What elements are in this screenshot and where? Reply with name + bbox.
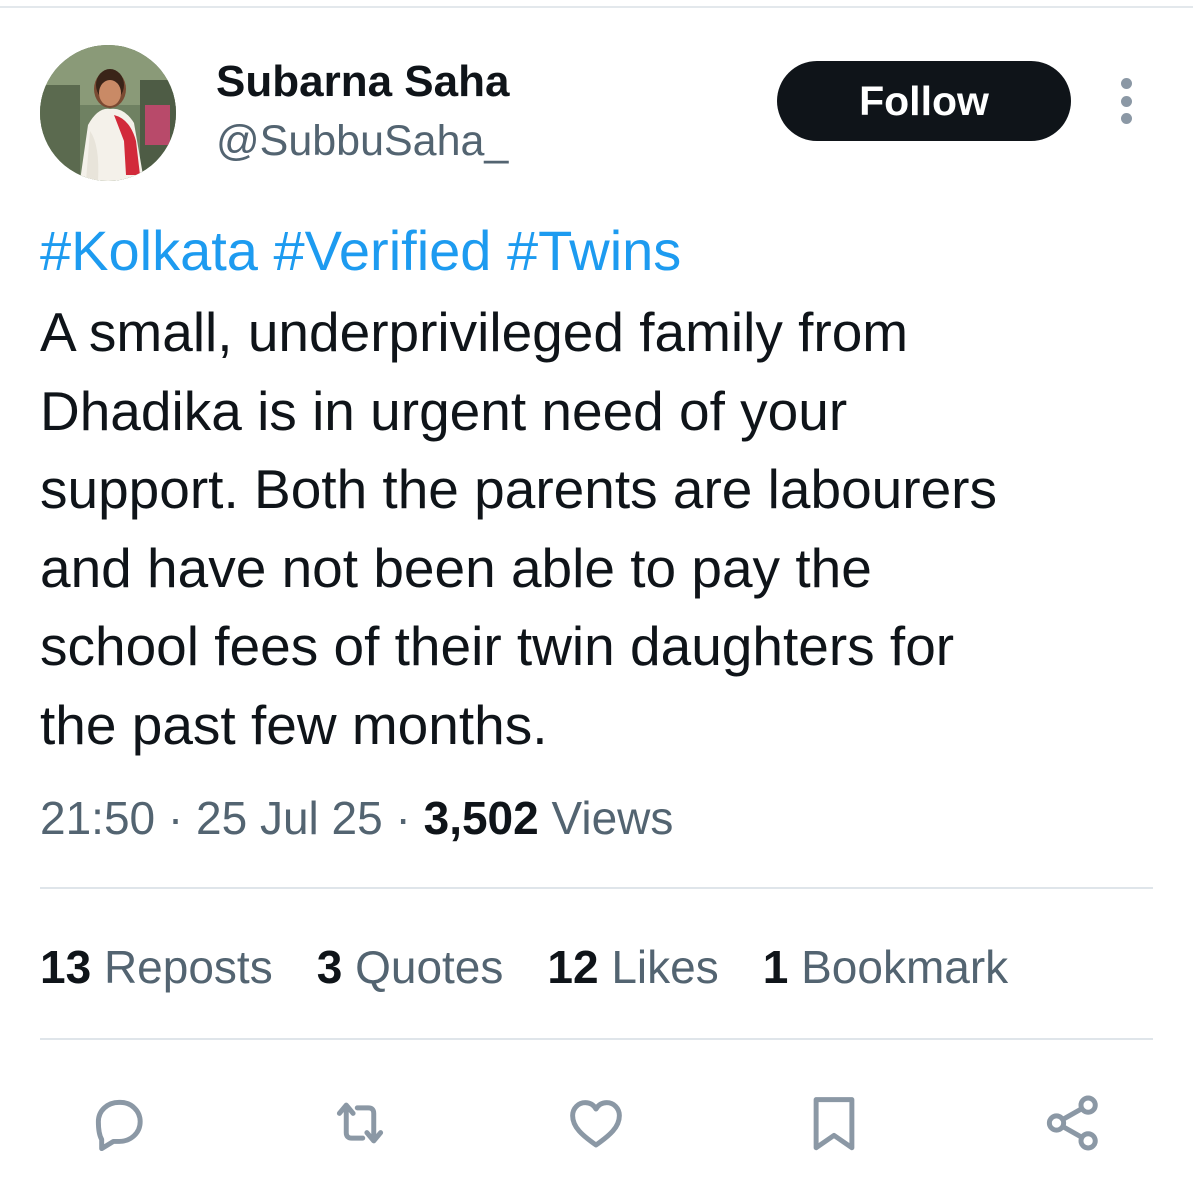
like-button[interactable] [563, 1090, 629, 1156]
repost-button[interactable] [327, 1090, 393, 1156]
more-dot [1120, 113, 1132, 124]
stat-count: 12 [547, 941, 599, 993]
avatar-photo [40, 45, 176, 181]
like-icon [570, 1100, 622, 1148]
share-icon [1046, 1095, 1098, 1151]
hashtag-line: #Kolkata #Verified #Twins [40, 218, 681, 284]
reply-icon [95, 1099, 143, 1152]
stat-likes[interactable]: 12 Likes [547, 939, 718, 995]
engagement-stats: 13 Reposts 3 Quotes 12 Likes 1 Bookmark [40, 939, 1052, 995]
tweet-body-line: the past few months. [40, 693, 548, 756]
views-count: 3,502 [423, 792, 539, 844]
tweet-date[interactable]: 25 Jul 25 [196, 792, 383, 844]
more-dot [1120, 78, 1132, 89]
bookmark-button[interactable] [801, 1090, 867, 1156]
repost-icon [336, 1102, 384, 1144]
tweet-body-line: Dhadika is in urgent need of your [40, 379, 848, 442]
stat-quotes[interactable]: 3 Quotes [317, 939, 504, 995]
more-options-icon[interactable] [1108, 78, 1144, 124]
stat-count: 1 [762, 941, 789, 993]
reply-button[interactable] [86, 1090, 152, 1156]
tweet-body: A small, underprivileged family from Dha… [40, 293, 1170, 764]
follow-button[interactable]: Follow [777, 61, 1071, 141]
stat-label: Bookmark [801, 941, 1009, 993]
meta-separator: · [167, 792, 184, 844]
author-display-name[interactable]: Subarna Saha [216, 56, 509, 108]
divider [40, 1038, 1153, 1040]
views-label: Views [551, 792, 674, 844]
stat-label: Reposts [103, 941, 273, 993]
top-divider [0, 6, 1193, 8]
tweet-time[interactable]: 21:50 [40, 792, 155, 844]
hashtag-kolkata[interactable]: #Kolkata [40, 219, 258, 282]
tweet-body-line: school fees of their twin daughters for [40, 615, 955, 677]
more-dot [1120, 95, 1132, 107]
stat-label: Quotes [355, 941, 504, 993]
hashtag-verified[interactable]: #Verified [274, 219, 492, 282]
author-handle[interactable]: @SubbuSaha_ [216, 116, 508, 166]
tweet-meta: 21:50 · 25 Jul 25 · 3,502 Views [40, 790, 673, 846]
meta-separator: · [395, 792, 411, 844]
tweet-body-line: support. Both the parents are labourers [40, 458, 997, 520]
tweet-body-line: A small, underprivileged family from [40, 301, 909, 363]
share-button[interactable] [1040, 1090, 1106, 1156]
divider [40, 887, 1153, 889]
stat-reposts[interactable]: 13 Reposts [40, 939, 273, 995]
hashtag-twins[interactable]: #Twins [507, 219, 681, 282]
stat-count: 13 [40, 941, 92, 993]
avatar[interactable] [40, 45, 176, 181]
stat-count: 3 [316, 941, 343, 993]
stat-bookmarks[interactable]: 1 Bookmark [763, 939, 1008, 995]
stat-label: Likes [611, 941, 719, 993]
bookmark-icon [813, 1097, 855, 1151]
tweet-body-line: and have not been able to pay the [40, 536, 872, 599]
